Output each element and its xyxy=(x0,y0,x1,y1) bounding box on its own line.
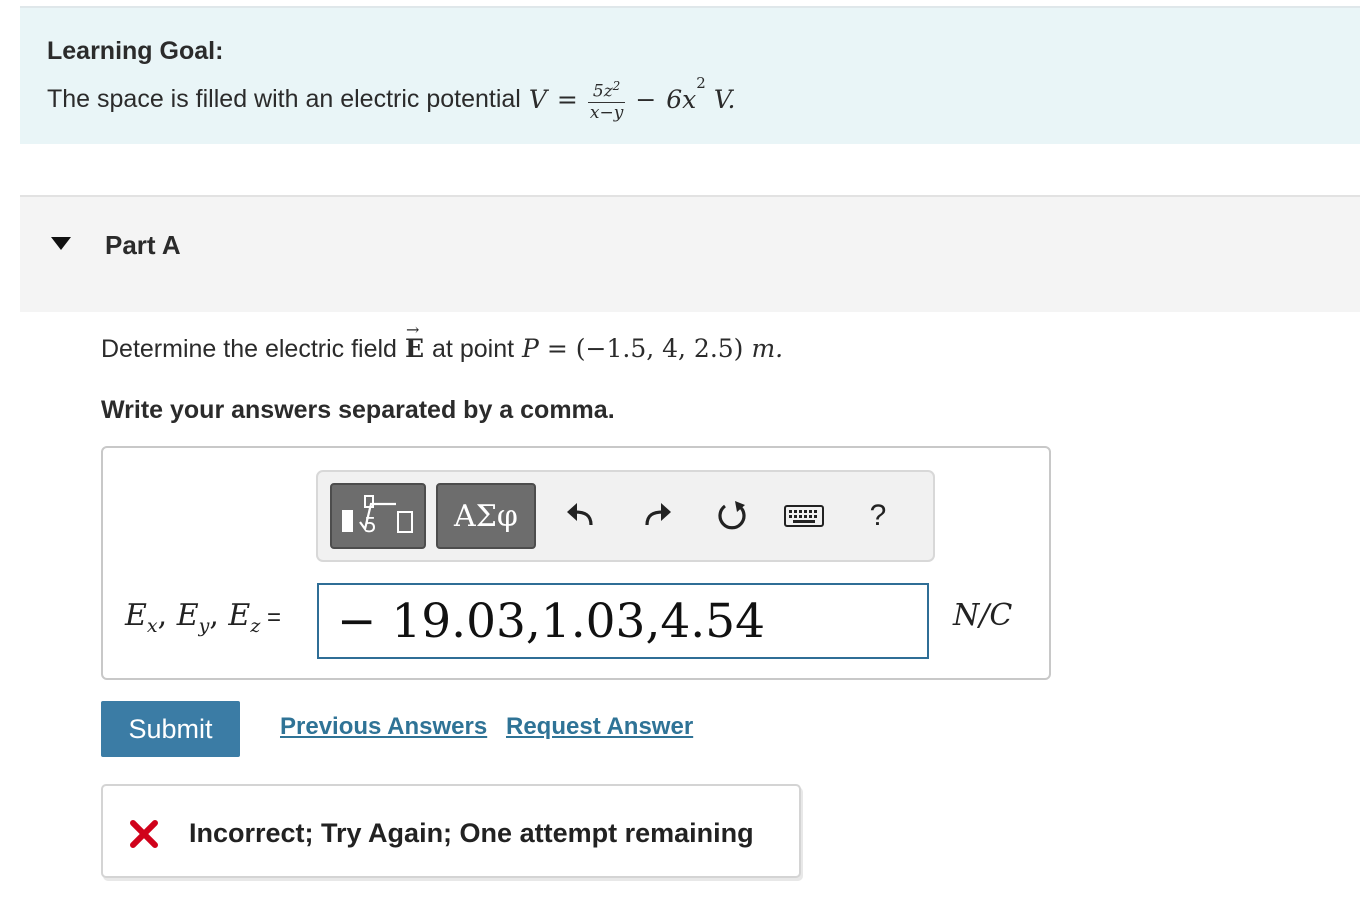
collapse-triangle-icon[interactable] xyxy=(51,237,71,250)
point-var: P xyxy=(522,334,539,363)
previous-answers-link[interactable]: Previous Answers xyxy=(280,713,487,741)
reset-icon[interactable] xyxy=(710,494,754,538)
goal-sentence: The space is filled with an electric pot… xyxy=(47,84,521,113)
goal-equals: = xyxy=(556,84,578,114)
goal-fraction: 5z2 x−y xyxy=(587,76,626,123)
keyboard-icon[interactable] xyxy=(782,494,826,538)
question-text: Determine the electric field → E at poin… xyxy=(101,320,784,364)
help-button[interactable]: ? xyxy=(856,494,900,538)
frac-numerator: 5z xyxy=(592,81,613,102)
learning-goal-panel: Learning Goal: The space is filled with … xyxy=(20,6,1360,144)
part-a-title: Part A xyxy=(105,230,181,260)
learning-goal-text: The space is filled with an electric pot… xyxy=(47,74,736,123)
frac-numerator-exp: 2 xyxy=(612,79,621,93)
answer-label: Ex, Ey, Ez = xyxy=(125,598,282,637)
answer-input[interactable] xyxy=(317,583,929,659)
feedback-box: Incorrect; Try Again; One attempt remain… xyxy=(101,784,801,878)
instruction-text: Write your answers separated by a comma. xyxy=(101,396,615,424)
templates-button[interactable]: 5 xyxy=(330,483,426,549)
frac-denominator: x−y xyxy=(587,101,626,123)
goal-unit: V. xyxy=(713,84,736,114)
point-value: = (−1.5, 4, 2.5) xyxy=(546,334,744,363)
request-answer-link[interactable]: Request Answer xyxy=(506,713,693,741)
label-ez: E xyxy=(228,598,251,633)
vector-e-symbol: → E xyxy=(405,320,424,363)
undo-icon[interactable] xyxy=(558,494,602,538)
answer-box: 5 ΑΣφ ? Ex, Ey, Ez = N/C xyxy=(101,446,1051,680)
greek-symbols-button[interactable]: ΑΣφ xyxy=(436,483,536,549)
goal-var: V xyxy=(528,84,547,114)
label-ey: E xyxy=(176,598,199,633)
redo-icon[interactable] xyxy=(636,494,680,538)
incorrect-x-icon xyxy=(130,820,158,848)
answer-unit: N/C xyxy=(953,598,1013,633)
vector-arrow-icon: → xyxy=(405,320,420,339)
submit-button[interactable]: Submit xyxy=(101,701,240,757)
label-ex-sub: x xyxy=(146,615,158,637)
question-sentence: Determine the electric field xyxy=(101,335,397,363)
label-ey-sub: y xyxy=(198,615,210,637)
templates-icon: 5 xyxy=(342,495,413,537)
goal-term: 6x xyxy=(666,84,697,114)
learning-goal-title: Learning Goal: xyxy=(47,37,224,65)
label-ex: E xyxy=(125,598,147,633)
point-unit: m. xyxy=(751,334,784,363)
goal-minus: − xyxy=(635,84,657,114)
label-ez-sub: z xyxy=(250,615,261,637)
math-toolbar: 5 ΑΣφ ? xyxy=(316,470,935,562)
goal-term-exp: 2 xyxy=(696,74,706,92)
svg-text:5: 5 xyxy=(364,513,377,537)
part-a-header[interactable]: Part A xyxy=(20,195,1360,312)
question-at-point: at point xyxy=(432,335,515,363)
feedback-text: Incorrect; Try Again; One attempt remain… xyxy=(189,818,754,848)
